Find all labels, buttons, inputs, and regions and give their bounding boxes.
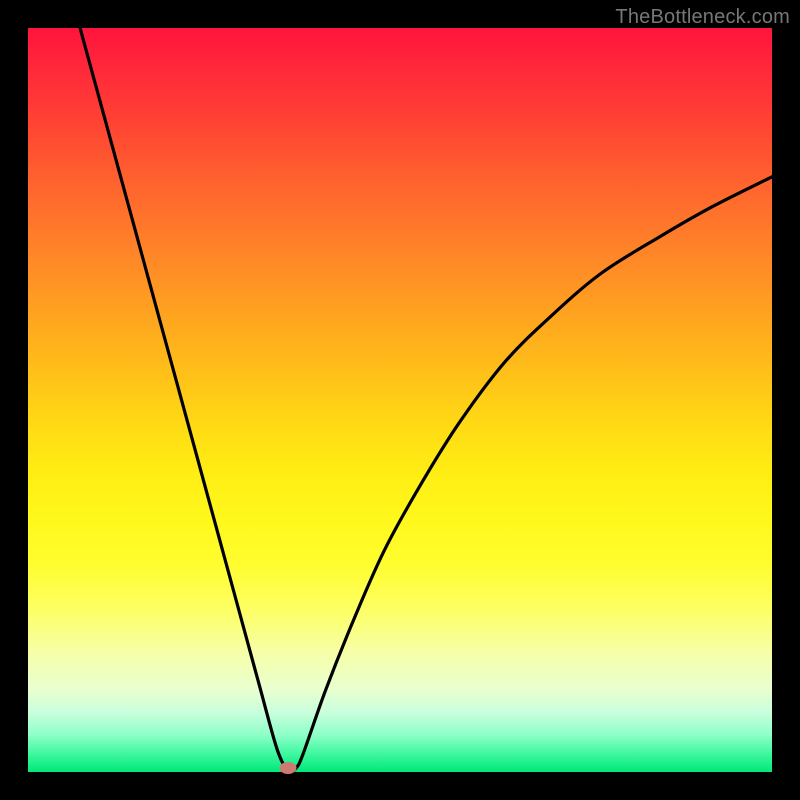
chart-frame: TheBottleneck.com <box>0 0 800 800</box>
plot-area <box>28 28 772 772</box>
watermark-text: TheBottleneck.com <box>615 6 790 29</box>
optimal-point-marker <box>280 762 297 774</box>
curve-svg <box>28 28 772 772</box>
bottleneck-curve <box>80 28 772 772</box>
